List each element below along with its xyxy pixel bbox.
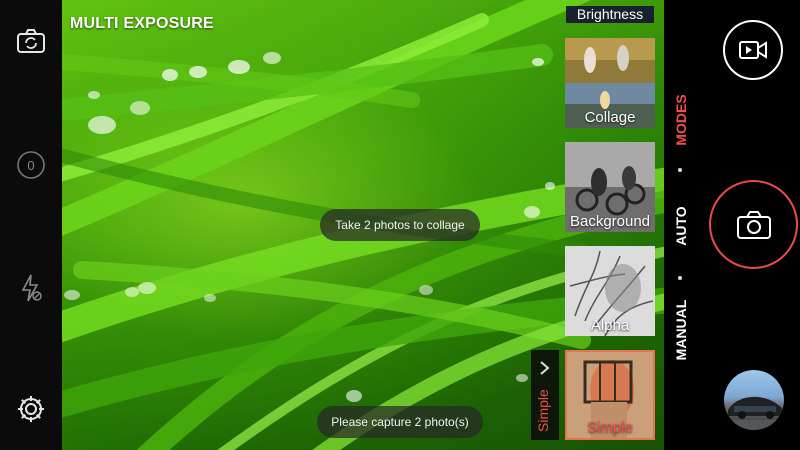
option-background-label: Background xyxy=(569,213,651,230)
timer-icon[interactable]: 0 xyxy=(13,147,49,183)
hint-toast: Take 2 photos to collage xyxy=(320,209,480,241)
video-record-button[interactable] xyxy=(723,20,783,80)
mode-separator-dot xyxy=(678,168,682,172)
settings-icon[interactable] xyxy=(13,391,49,427)
gallery-last-photo-image xyxy=(724,396,784,430)
chevron-right-icon xyxy=(540,361,550,375)
left-control-rail: 0 xyxy=(0,0,62,450)
flash-off-icon[interactable] xyxy=(13,270,49,306)
status-toast: Please capture 2 photo(s) xyxy=(317,406,483,438)
mode-tab-modes[interactable]: MODES xyxy=(673,85,689,155)
video-camera-icon xyxy=(739,41,767,59)
option-alpha-label: Alpha xyxy=(590,317,630,334)
camera-icon xyxy=(736,210,771,239)
option-alpha[interactable]: Alpha xyxy=(565,246,655,336)
option-simple-selected[interactable]: Simple xyxy=(565,350,655,440)
timer-value: 0 xyxy=(27,158,34,173)
option-simple-label: Simple xyxy=(587,419,633,436)
option-collage[interactable]: Collage xyxy=(565,38,655,128)
mode-title: MULTI EXPOSURE xyxy=(70,15,214,32)
mode-tab-manual[interactable]: MANUAL xyxy=(673,290,689,370)
option-background[interactable]: Background xyxy=(565,142,655,232)
mode-tab-auto[interactable]: AUTO xyxy=(673,196,689,256)
option-collage-label: Collage xyxy=(584,109,636,126)
switch-camera-icon[interactable] xyxy=(13,23,49,59)
brightness-option-partial[interactable]: Brightness xyxy=(566,6,654,23)
simple-expand-tab[interactable]: Simple xyxy=(531,350,559,440)
gallery-preview-thumbnail[interactable] xyxy=(724,370,784,430)
mode-separator-dot xyxy=(678,276,682,280)
simple-tab-label: Simple xyxy=(535,389,551,432)
shutter-button[interactable] xyxy=(709,180,798,269)
